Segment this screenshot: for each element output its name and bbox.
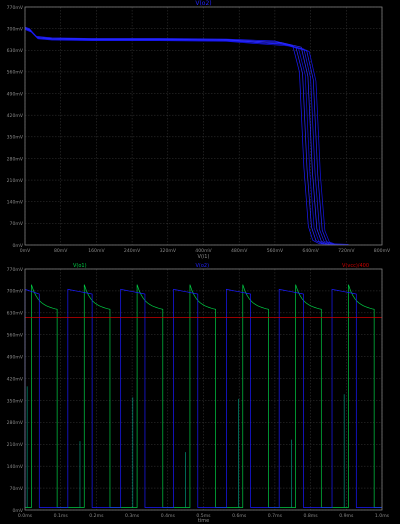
xy-plot-y-tick-label: 210mV: [7, 178, 24, 184]
xy-plot-y-tick-label: 0mV: [12, 243, 23, 249]
waveform-viewer: 0mV 70mV 140mV 210mV 280mV 350mV 420mV 490mV 560…: [0, 0, 400, 524]
transient-plot-y-tick-label: 490mV: [7, 354, 24, 360]
xy-plot-x-axis-label: V(i1): [198, 254, 210, 260]
transient-plot-x-tick-label: 0.7ms: [268, 513, 283, 519]
transient-plot-y-tick-label: 350mV: [7, 398, 24, 404]
legend-trace-v-o2[interactable]: V(o2): [196, 263, 210, 269]
transient-plot-y-tick-label: 140mV: [7, 464, 24, 470]
xy-plot-x-tick-label: 240mV: [124, 248, 141, 254]
xy-plot-y-tick-label: 490mV: [7, 91, 24, 97]
xy-plot-x-tick-label: 640mV: [302, 248, 319, 254]
xy-plot-y-tick-label: 560mV: [7, 70, 24, 76]
transient-plot-x-tick-label: 0.2ms: [89, 513, 104, 519]
transient-plot-y-tick-label: 770mV: [7, 267, 24, 273]
xy-plot-x-tick-label: 160mV: [88, 248, 105, 254]
xy-plot-pane: 0mV 70mV 140mV 210mV 280mV 350mV 420mV 490mV 560…: [7, 0, 391, 260]
transient-plot-y-tick-label: 630mV: [7, 311, 24, 317]
transient-plot-y-tick-label: 280mV: [7, 420, 24, 426]
xy-plot-x-tick-label: 80mV: [54, 248, 68, 254]
xy-plot-x-tick-label: 320mV: [160, 248, 177, 254]
transient-plot-y-tick-label: 560mV: [7, 333, 24, 339]
transient-plot-x-tick-label: 1.0ms: [375, 513, 390, 519]
xy-plot-title[interactable]: V(o2): [195, 0, 211, 7]
transient-plot-y-tick-label: 210mV: [7, 442, 24, 448]
legend-trace-v-o1[interactable]: V(o1): [73, 263, 87, 269]
xy-plot-x-tick-label: 480mV: [231, 248, 248, 254]
transient-plot-y-tick-label: 420mV: [7, 376, 24, 382]
xy-plot-y-tick-label: 770mV: [7, 5, 24, 11]
xy-plot-x-tick-label: 720mV: [338, 248, 355, 254]
transient-plot-x-axis-label: time: [198, 518, 209, 524]
xy-plot-y-tick-label: 630mV: [7, 48, 24, 54]
legend-trace-v-vcc[interactable]: V(vcc)/400: [342, 263, 369, 269]
xy-plot-y-tick-label: 70mV: [10, 221, 24, 227]
transient-plot-x-tick-label: 0.0ms: [18, 513, 33, 519]
transient-plot-y-tick-label: 70mV: [10, 486, 24, 492]
xy-plot-y-tick-label: 140mV: [7, 200, 24, 206]
transient-plot-y-tick-label: 700mV: [7, 289, 24, 295]
transient-plot-y-tick-label: 0mV: [12, 508, 23, 514]
xy-plot-y-tick-label: 420mV: [7, 113, 24, 119]
xy-plot-y-tick-label: 700mV: [7, 26, 24, 32]
xy-plot-y-tick-label: 280mV: [7, 156, 24, 162]
xy-plot-x-tick-label: 0mV: [20, 248, 31, 254]
xy-plot-y-tick-label: 350mV: [7, 135, 24, 141]
transient-plot-x-tick-label: 0.8ms: [304, 513, 319, 519]
transient-plot-x-tick-label: 0.6ms: [232, 513, 247, 519]
transient-plot-x-tick-label: 0.4ms: [161, 513, 176, 519]
transient-plot-x-tick-label: 0.9ms: [339, 513, 354, 519]
transient-plot-x-tick-label: 0.1ms: [54, 513, 69, 519]
transient-plot-pane: 0mV 70mV 140mV 210mV 280mV 350mV 420mV 490mV 560…: [7, 263, 390, 524]
xy-plot-x-tick-label: 560mV: [267, 248, 284, 254]
transient-plot-x-tick-label: 0.3ms: [125, 513, 140, 519]
xy-plot-x-tick-label: 800mV: [374, 248, 391, 254]
